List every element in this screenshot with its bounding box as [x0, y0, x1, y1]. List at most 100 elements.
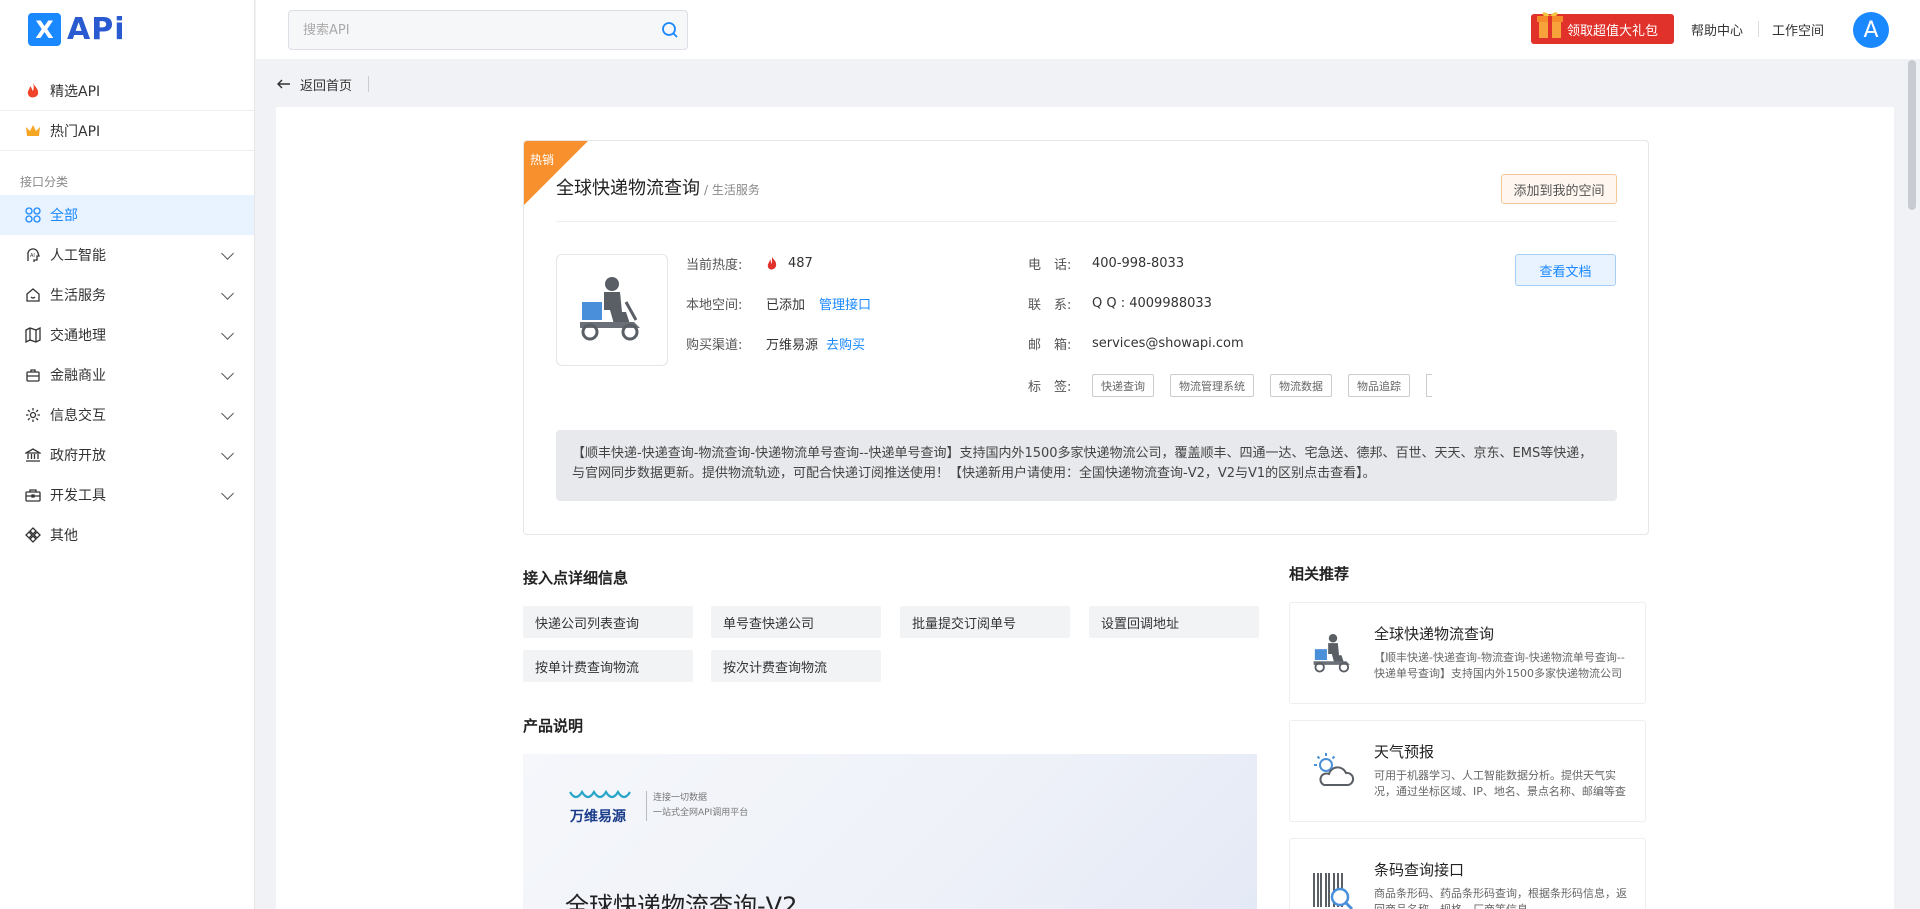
endpoint-item[interactable]: 单号查快递公司	[711, 606, 881, 638]
crown-icon	[24, 122, 42, 140]
tags-label: 标 签:	[1028, 380, 1072, 395]
nav-label: 生活服务	[50, 288, 106, 304]
scrollbar-thumb[interactable]	[1908, 60, 1916, 210]
recommend-heading: 相关推荐	[1289, 565, 1350, 583]
flame-icon	[767, 256, 777, 270]
promo-gift-button[interactable]: 领取超值大礼包	[1531, 12, 1674, 44]
nav-category-traffic[interactable]: 交通地理	[0, 315, 254, 355]
logo[interactable]: X APi	[0, 0, 254, 59]
view-docs-button[interactable]: 查看文档	[1515, 254, 1616, 286]
chevron-down-icon[interactable]	[221, 407, 234, 420]
product-heading: 产品说明	[523, 717, 584, 735]
nav-label: 交通地理	[50, 328, 106, 344]
tag-item[interactable]: 物流数据	[1270, 374, 1332, 397]
nav-featured-api[interactable]: 精选API	[0, 71, 254, 111]
endpoint-item[interactable]: 快递公司列表查询	[523, 606, 693, 638]
bank-icon	[24, 446, 42, 464]
recommend-card[interactable]: 天气预报 可用于机器学习、人工智能数据分析。提供天气实况，通过坐标区域、IP、地…	[1289, 720, 1646, 822]
endpoint-item[interactable]: 按单计费查询物流	[523, 650, 693, 682]
logo-text: APi	[67, 12, 126, 47]
nav-label: 信息交互	[50, 408, 106, 424]
space-label: 本地空间:	[686, 298, 743, 313]
tag-item[interactable]: 物流管理系统	[1170, 374, 1254, 397]
arrow-left-icon[interactable]	[276, 76, 292, 92]
banner-tagline: 连接一切数据 一站式全网API调用平台	[646, 791, 748, 821]
add-to-space-button[interactable]: 添加到我的空间	[1501, 174, 1617, 204]
buy-link[interactable]: 去购买	[826, 334, 865, 353]
nav-label: 全部	[50, 208, 78, 224]
email-row: 邮 箱: services@showapi.com	[1028, 334, 1244, 353]
sidebar: X APi 精选API 热门API 接口分类 全部 AI 人工智能 生活服务 交…	[0, 0, 255, 909]
nav-hot-api[interactable]: 热门API	[0, 111, 254, 151]
home-icon	[24, 286, 42, 304]
search-box[interactable]	[288, 10, 688, 50]
nav-label: 其他	[50, 528, 78, 544]
card-divider	[556, 221, 1617, 222]
help-center-link[interactable]: 帮助中心	[1691, 20, 1743, 39]
api-title: 全球快递物流查询 / 生活服务	[556, 174, 760, 200]
nav-category-devtools[interactable]: 开发工具	[0, 475, 254, 515]
recommend-title: 条码查询接口	[1374, 861, 1465, 879]
promo-label: 领取超值大礼包	[1567, 23, 1659, 39]
email-value: services@showapi.com	[1092, 336, 1244, 351]
nav-category-finance[interactable]: 金融商业	[0, 355, 254, 395]
nav-category-ai[interactable]: AI 人工智能	[0, 235, 254, 275]
chevron-down-icon[interactable]	[221, 447, 234, 460]
tag-item[interactable]: 快递查询	[1092, 374, 1154, 397]
local-space-row: 本地空间: 已添加 管理接口	[686, 294, 871, 313]
nav-label: 精选API	[50, 83, 101, 100]
product-banner: 万维易源 连接一切数据 一站式全网API调用平台 全球快递物流查询-V2	[523, 754, 1257, 909]
page-scrollbar[interactable]	[1903, 60, 1920, 909]
workspace-link[interactable]: 工作空间	[1772, 20, 1824, 39]
recommend-desc: 可用于机器学习、人工智能数据分析。提供天气实况，通过坐标区域、IP、地名、景点名…	[1374, 769, 1626, 798]
map-icon	[24, 326, 42, 344]
recommend-card[interactable]: 全球快递物流查询 【顺丰快递-快递查询-物流查询-快递物流单号查询--快递单号查…	[1289, 602, 1646, 704]
chevron-down-icon[interactable]	[221, 287, 234, 300]
endpoint-item[interactable]: 批量提交订阅单号	[900, 606, 1070, 638]
contact-label: 联 系:	[1028, 298, 1072, 313]
search-input[interactable]	[289, 11, 629, 49]
grid-icon	[24, 206, 42, 224]
other-icon	[24, 526, 42, 544]
delivery-icon	[1313, 634, 1350, 673]
gift-box-icon	[1537, 12, 1563, 38]
heat-value: 487	[788, 256, 813, 271]
search-icon[interactable]	[661, 21, 679, 39]
top-header: 领取超值大礼包 帮助中心 工作空间 A	[256, 0, 1920, 59]
endpoint-item[interactable]: 设置回调地址	[1089, 606, 1259, 638]
avatar[interactable]: A	[1853, 12, 1889, 48]
manage-api-link[interactable]: 管理接口	[819, 294, 871, 313]
contact-value: Q Q : 4009988033	[1092, 296, 1212, 311]
api-description: 【顺丰快递-快递查询-物流查询-快递物流单号查询--快递单号查询】支持国内外15…	[556, 430, 1617, 501]
nav-category-gov[interactable]: 政府开放	[0, 435, 254, 475]
delivery-icon	[580, 277, 640, 341]
header-divider	[1758, 21, 1759, 37]
chevron-down-icon[interactable]	[221, 327, 234, 340]
back-home-link[interactable]: 返回首页	[300, 75, 352, 94]
category-section-label: 接口分类	[20, 174, 69, 189]
endpoint-item[interactable]: 按次计费查询物流	[711, 650, 881, 682]
chevron-down-icon[interactable]	[221, 247, 234, 260]
nav-category-other[interactable]: 其他	[0, 515, 254, 555]
endpoints-heading: 接入点详细信息	[523, 569, 629, 587]
toolbox-icon	[24, 486, 42, 504]
nav-category-life[interactable]: 生活服务	[0, 275, 254, 315]
chevron-down-icon[interactable]	[221, 487, 234, 500]
gear-icon	[24, 406, 42, 424]
recommend-card[interactable]: 条码查询接口 商品条形码、药品条形码查询，根据条形码信息，返回商品名称、规格、厂…	[1289, 838, 1646, 909]
banner-logo: 万维易源 连接一切数据 一站式全网API调用平台	[568, 788, 748, 825]
nav-category-all[interactable]: 全部	[0, 195, 254, 235]
api-category[interactable]: / 生活服务	[704, 183, 760, 197]
banner-title: 全球快递物流查询-V2	[565, 892, 798, 909]
briefcase-icon	[24, 366, 42, 384]
ai-icon: AI	[24, 246, 42, 264]
nav-category-info[interactable]: 信息交互	[0, 395, 254, 435]
barcode-icon	[1313, 873, 1354, 909]
chevron-down-icon[interactable]	[221, 367, 234, 380]
channel-label: 购买渠道:	[686, 338, 743, 353]
nav-label: 人工智能	[50, 248, 106, 264]
recommend-desc: 【顺丰快递-快递查询-物流查询-快递物流单号查询--快递单号查询】支持国内外15…	[1374, 651, 1625, 680]
tag-item[interactable]: 物品追踪	[1348, 374, 1410, 397]
heat-label: 当前热度:	[686, 258, 743, 273]
nav-label: 政府开放	[50, 448, 106, 464]
